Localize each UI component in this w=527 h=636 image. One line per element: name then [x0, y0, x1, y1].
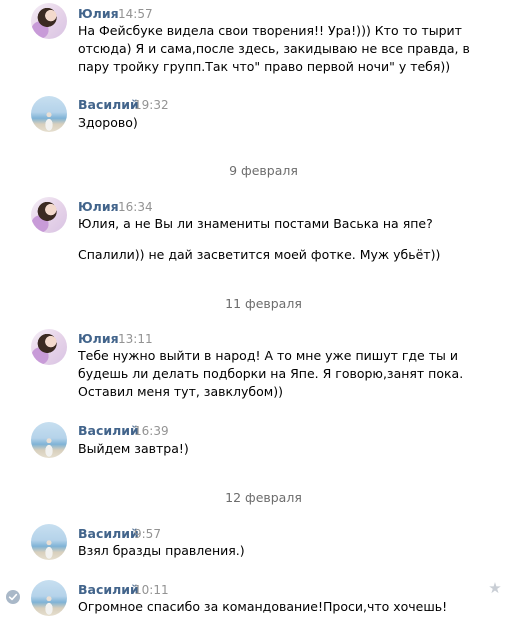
message-author[interactable]: Василий — [78, 526, 139, 541]
message-item[interactable]: Юлия 13:11 Тебе нужно выйти в народ! А т… — [0, 327, 527, 407]
avatar[interactable] — [31, 197, 67, 233]
message-text-line: Спалили)) не дай засветится моей фотке. … — [78, 247, 441, 262]
message-item[interactable]: Юлия 16:34 Юлия, а не Вы ли знамениты по… — [0, 195, 527, 270]
date-separator: 12 февраля — [225, 490, 302, 505]
message-time[interactable]: 19:32 — [134, 98, 169, 112]
message-time[interactable]: 16:39 — [134, 424, 169, 438]
message-time[interactable]: 16:34 — [118, 200, 153, 214]
date-separator: 9 февраля — [229, 163, 298, 178]
message-author[interactable]: Юлия — [78, 6, 119, 21]
message-item[interactable]: Василий 9:57 Взял бразды правления.) — [0, 522, 527, 567]
message-author[interactable]: Юлия — [78, 199, 119, 214]
message-text-line: На Фейсбуке видела свои творения!! Ура!)… — [78, 23, 462, 38]
check-circle-icon[interactable] — [6, 590, 20, 604]
message-text: Тебе нужно выйти в народ! А то мне уже п… — [78, 347, 498, 401]
message-author[interactable]: Юлия — [78, 331, 119, 346]
message-text-line: Юлия, а не Вы ли знамениты постами Васьк… — [78, 216, 433, 231]
avatar[interactable] — [31, 329, 67, 365]
message-text-line: Оставил меня тут, завклубом)) — [78, 384, 283, 399]
message-text: Взял бразды правления.) — [78, 542, 478, 560]
message-text: Выйдем завтра!) — [78, 440, 478, 458]
message-text: Огромное спасибо за командование!Проси,ч… — [78, 598, 478, 616]
message-text: На Фейсбуке видела свои творения!! Ура!)… — [78, 22, 498, 76]
message-text-line: Здорово) — [78, 115, 138, 130]
avatar[interactable] — [31, 422, 67, 458]
message-item[interactable]: Юлия 14:57 На Фейсбуке видела свои творе… — [0, 0, 527, 80]
message-text-line: отсюда) Я и сама,после здесь, закидываю … — [78, 41, 470, 56]
message-history: Юлия 14:57 На Фейсбуке видела свои творе… — [0, 0, 527, 636]
avatar[interactable] — [31, 96, 67, 132]
star-icon[interactable]: ★ — [487, 580, 503, 596]
message-author[interactable]: Василий — [78, 423, 139, 438]
avatar[interactable] — [31, 524, 67, 560]
message-text-line: пару тройку групп.Так что" право первой … — [78, 59, 451, 74]
avatar[interactable] — [31, 580, 67, 616]
message-text-line: Тебе нужно выйти в народ! А то мне уже п… — [78, 348, 458, 363]
message-item-selected[interactable]: Василий 10:11 Огромное спасибо за команд… — [0, 578, 527, 628]
message-author[interactable]: Василий — [78, 97, 139, 112]
avatar[interactable] — [31, 3, 67, 39]
message-time[interactable]: 9:57 — [134, 527, 161, 541]
message-item[interactable]: Василий 19:32 Здорово) — [0, 94, 527, 139]
message-text-line: будешь ли делать подборки на Япе. Я гово… — [78, 366, 464, 381]
message-time[interactable]: 10:11 — [134, 583, 169, 597]
date-separator: 11 февраля — [225, 296, 302, 311]
message-author[interactable]: Василий — [78, 582, 139, 597]
message-text-line: Огромное спасибо за командование!Проси,ч… — [78, 599, 448, 614]
message-time[interactable]: 13:11 — [118, 332, 153, 346]
message-time[interactable]: 14:57 — [118, 7, 153, 21]
message-item[interactable]: Василий 16:39 Выйдем завтра!) — [0, 420, 527, 465]
message-text-line: Взял бразды правления.) — [78, 543, 245, 558]
message-text: Юлия, а не Вы ли знамениты постами Васьк… — [78, 215, 478, 233]
message-text: Здорово) — [78, 114, 478, 132]
message-text-line: Выйдем завтра!) — [78, 441, 189, 456]
message-text: Спалили)) не дай засветится моей фотке. … — [78, 246, 478, 264]
